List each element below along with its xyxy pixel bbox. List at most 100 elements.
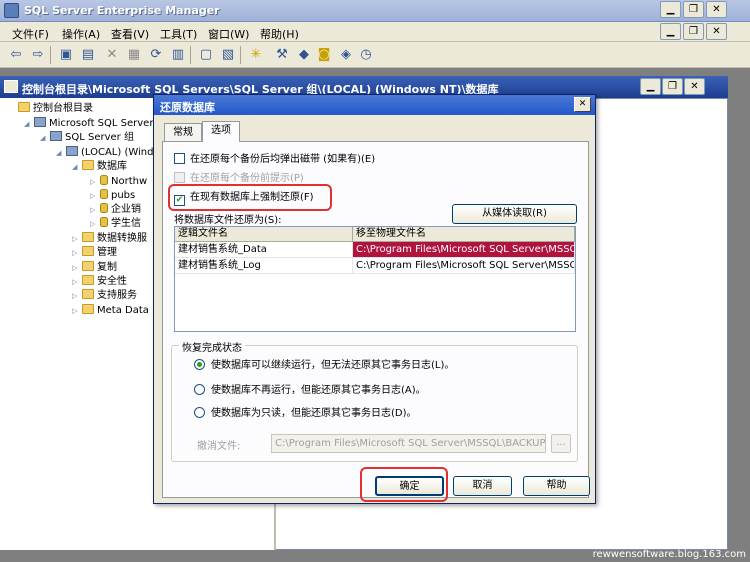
recovery-option-operational[interactable]: 使数据库可以继续运行，但无法还原其它事务日志(L)。 [194, 359, 454, 373]
expand-arrow-icon[interactable]: ◢ [40, 131, 48, 145]
schedule-icon[interactable]: ◷ [358, 47, 374, 63]
tree-item-meta-data[interactable]: ▷ Meta Data [72, 304, 149, 318]
help-icon[interactable]: ▢ [198, 47, 214, 63]
cancel-button[interactable]: 取消 [453, 476, 512, 496]
child-minimize-icon[interactable]: ▁ [660, 23, 681, 40]
tree-item-management[interactable]: ▷ 管理 [72, 246, 117, 260]
tree-item-console-root[interactable]: 控制台根目录 [18, 102, 93, 116]
database-icon[interactable]: ◙ [316, 47, 332, 63]
expand-arrow-icon[interactable]: ◢ [56, 146, 64, 160]
properties-icon[interactable]: ▦ [126, 47, 142, 63]
tab-general[interactable]: 常规 [164, 123, 202, 141]
tree-item-sql-servers[interactable]: ◢ Microsoft SQL Servers [24, 117, 159, 131]
up-folder-icon[interactable]: ▣ [58, 47, 74, 63]
expand-arrow-icon[interactable]: ▷ [72, 275, 80, 289]
export-list-icon[interactable]: ▥ [170, 47, 186, 63]
menubar: 文件(F) 操作(A) 查看(V) 工具(T) 窗口(W) 帮助(H) ▁ ❐ … [0, 22, 750, 42]
expand-arrow-icon[interactable]: ▷ [72, 304, 80, 318]
wizard-icon[interactable]: ✳ [248, 47, 264, 63]
tree-item-security[interactable]: ▷ 安全性 [72, 275, 127, 289]
mdi-minimize-icon[interactable]: ▁ [640, 78, 661, 95]
delete-icon[interactable]: ✕ [104, 47, 120, 63]
tree-item-support-services[interactable]: ▷ 支持服务 [72, 289, 137, 303]
expand-arrow-icon[interactable]: ▷ [72, 261, 80, 275]
server-group-icon [34, 117, 46, 127]
app-title: SQL Server Enterprise Manager [24, 4, 220, 17]
tab-options[interactable]: 选项 [202, 121, 240, 142]
expand-arrow-icon[interactable]: ◢ [24, 117, 32, 131]
menu-view[interactable]: 查看(V) [111, 26, 149, 42]
expand-arrow-icon[interactable]: ▷ [90, 217, 98, 231]
checkbox-box[interactable] [174, 153, 185, 164]
menu-action[interactable]: 操作(A) [62, 26, 100, 42]
tree-item-server-group[interactable]: ◢ SQL Server 组 [40, 131, 134, 145]
run-icon[interactable]: ◆ [296, 47, 312, 63]
tree-item-replication[interactable]: ▷ 复制 [72, 261, 117, 275]
grid-cell-logical[interactable]: 建材销售系统_Data [175, 242, 353, 258]
restore-icon[interactable]: ❐ [683, 1, 704, 18]
back-arrow-icon[interactable]: ⇦ [8, 47, 24, 63]
dialog-title: 还原数据库 [160, 101, 215, 114]
expand-arrow-icon[interactable]: ▷ [72, 232, 80, 246]
force-restore-highlight-ring [168, 184, 332, 211]
grid-cell-logical[interactable]: 建材销售系统_Log [175, 258, 353, 274]
grid-header-physical[interactable]: 移至物理文件名 [353, 227, 575, 242]
tree-item-label: SQL Server 组 [65, 132, 134, 143]
tree-item-db[interactable]: ▷ Northw [90, 175, 147, 189]
minimize-icon[interactable]: ▁ [660, 1, 681, 18]
console-icon[interactable]: ▧ [220, 47, 236, 63]
app-titlebar[interactable]: SQL Server Enterprise Manager ▁ ❐ ✕ [0, 0, 750, 22]
undo-file-label: 撤消文件: [197, 441, 241, 452]
footer-watermark: rewwensoftware.blog.163.com [592, 549, 746, 560]
tools-icon[interactable]: ⚒ [274, 47, 290, 63]
tree-item-label: Meta Data [97, 305, 149, 316]
grid-cell-physical[interactable]: C:\Program Files\Microsoft SQL Server\MS… [353, 242, 575, 258]
tree-item-db[interactable]: ▷ 企业销 [90, 203, 141, 217]
mdi-close-icon[interactable]: ✕ [684, 78, 705, 95]
recovery-option-standby[interactable]: 使数据库为只读，但能还原其它事务日志(D)。 [194, 407, 417, 421]
menu-help[interactable]: 帮助(H) [260, 26, 299, 42]
radio-button[interactable] [194, 384, 205, 395]
menu-window[interactable]: 窗口(W) [208, 26, 249, 42]
tree-item-dts[interactable]: ▷ 数据转换服 [72, 232, 147, 246]
dialog-titlebar[interactable]: 还原数据库 ✕ [154, 95, 595, 115]
grid-header-logical[interactable]: 逻辑文件名 [175, 227, 353, 242]
mdi-restore-icon[interactable]: ❐ [662, 78, 683, 95]
tree-item-label: 管理 [97, 247, 117, 258]
toolbar-separator [190, 46, 191, 64]
expand-arrow-icon[interactable]: ▷ [90, 203, 98, 217]
tree-item-databases[interactable]: ◢ 数据库 [72, 160, 127, 174]
forward-arrow-icon[interactable]: ⇨ [30, 47, 46, 63]
expand-arrow-icon[interactable]: ▷ [90, 189, 98, 203]
menu-tools[interactable]: 工具(T) [160, 26, 197, 42]
expand-arrow-icon[interactable]: ◢ [72, 160, 80, 174]
close-icon[interactable]: ✕ [706, 1, 727, 18]
eject-tapes-checkbox[interactable]: 在还原每个备份后均弹出磁带 (如果有)(E) [174, 153, 375, 167]
expand-arrow-icon[interactable]: ▷ [72, 246, 80, 260]
tree-item-label: 学生信 [111, 218, 141, 229]
refresh-icon[interactable]: ⟳ [148, 47, 164, 63]
tree-item-db[interactable]: ▷ 学生信 [90, 217, 141, 231]
show-tree-icon[interactable]: ▤ [80, 47, 96, 63]
tree-item-local[interactable]: ◢ (LOCAL) (Wind [56, 146, 154, 160]
read-from-media-button[interactable]: 从媒体读取(R) [452, 204, 577, 224]
restore-as-label: 将数据库文件还原为(S): [174, 215, 282, 226]
child-restore-icon[interactable]: ❐ [683, 23, 704, 40]
undo-file-input[interactable]: C:\Program Files\Microsoft SQL Server\MS… [271, 434, 546, 453]
expand-arrow-icon[interactable]: ▷ [90, 175, 98, 189]
browse-button[interactable]: ... [551, 434, 571, 453]
checkbox-box[interactable] [174, 172, 185, 183]
security-icon[interactable]: ◈ [338, 47, 354, 63]
radio-button[interactable] [194, 359, 205, 370]
help-button[interactable]: 帮助 [523, 476, 590, 496]
child-close-icon[interactable]: ✕ [706, 23, 727, 40]
grid-cell-physical[interactable]: C:\Program Files\Microsoft SQL Server\MS… [353, 258, 575, 274]
menu-file[interactable]: 文件(F) [12, 26, 49, 42]
expand-arrow-icon[interactable]: ▷ [72, 289, 80, 303]
tree-item-db[interactable]: ▷ pubs [90, 189, 135, 203]
tree-item-label: 安全性 [97, 276, 127, 287]
tree-item-label: 数据库 [97, 161, 127, 172]
dialog-close-icon[interactable]: ✕ [574, 97, 591, 112]
radio-button[interactable] [194, 407, 205, 418]
recovery-option-norecovery[interactable]: 使数据库不再运行，但能还原其它事务日志(A)。 [194, 384, 426, 398]
